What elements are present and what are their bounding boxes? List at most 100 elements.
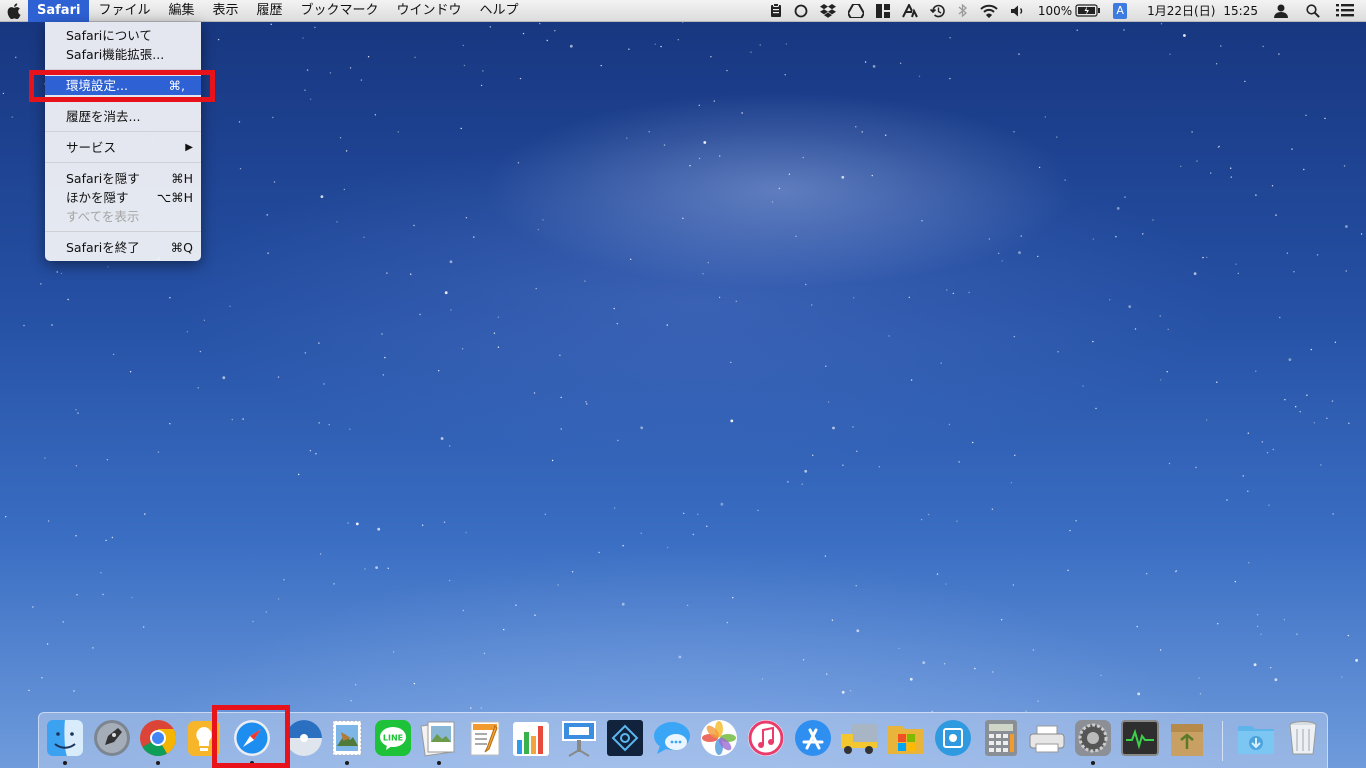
menu-edit[interactable]: 編集 xyxy=(159,0,203,22)
volume-icon[interactable] xyxy=(1004,0,1032,22)
chrome-icon[interactable] xyxy=(138,718,178,758)
google-drive-icon[interactable] xyxy=(842,0,870,22)
star xyxy=(169,423,171,425)
menu-item-about-safari[interactable]: Safariについて xyxy=(45,26,201,45)
clipboard-icon[interactable] xyxy=(764,0,788,22)
star xyxy=(726,621,729,624)
archive-utility-icon[interactable] xyxy=(1167,718,1207,758)
wifi-icon[interactable] xyxy=(974,0,1004,22)
app-store-icon[interactable] xyxy=(793,718,833,758)
menu-window[interactable]: ウインドウ xyxy=(388,0,471,22)
star xyxy=(11,116,13,118)
star xyxy=(1001,260,1003,262)
star xyxy=(1198,677,1200,679)
launchpad-icon[interactable] xyxy=(92,718,132,758)
star xyxy=(1216,381,1218,383)
star xyxy=(309,450,312,452)
finder-icon[interactable] xyxy=(45,718,85,758)
menu-item-safari-extensions[interactable]: Safari機能拡張... xyxy=(45,45,201,64)
star xyxy=(1230,167,1232,169)
notification-center-icon[interactable] xyxy=(1328,0,1366,22)
printer-icon[interactable] xyxy=(1027,718,1067,758)
calculator-icon[interactable] xyxy=(981,718,1021,758)
star xyxy=(730,419,734,423)
star xyxy=(1286,252,1289,254)
photoshop-icon[interactable] xyxy=(605,718,645,758)
system-preferences-icon[interactable] xyxy=(1073,718,1113,758)
pages-icon[interactable] xyxy=(465,718,505,758)
star xyxy=(992,671,994,673)
star xyxy=(105,539,107,542)
messages-icon[interactable] xyxy=(652,718,692,758)
line-icon[interactable]: LINE xyxy=(373,718,413,758)
grid-app-icon[interactable] xyxy=(870,0,896,22)
star xyxy=(75,535,77,537)
star xyxy=(392,651,395,653)
star xyxy=(787,481,789,483)
menu-help[interactable]: ヘルプ xyxy=(471,0,528,22)
menu-item-shortcut: ⌘Q xyxy=(170,240,193,255)
time-machine-icon[interactable] xyxy=(924,0,952,22)
star xyxy=(46,643,49,645)
keynote-icon[interactable] xyxy=(559,718,599,758)
star xyxy=(920,518,923,521)
downloads-folder-icon[interactable] xyxy=(1236,718,1276,758)
clock-date[interactable]: 1月22日(日) 15:25 xyxy=(1133,0,1264,22)
disk-utility-icon[interactable] xyxy=(284,718,324,758)
star xyxy=(318,342,320,344)
star xyxy=(1260,633,1262,635)
menu-item-services[interactable]: サービス ▶ xyxy=(45,138,201,157)
star xyxy=(544,513,546,515)
star xyxy=(462,609,464,612)
star xyxy=(855,585,857,587)
mail-stamp-icon[interactable] xyxy=(327,718,367,758)
menu-item-clear-history[interactable]: 履歴を消去... xyxy=(45,107,201,126)
menu-item-hide-safari[interactable]: Safariを隠す ⌘H xyxy=(45,169,201,188)
numbers-icon[interactable] xyxy=(511,718,551,758)
screenshot-icon[interactable] xyxy=(933,718,973,758)
star xyxy=(988,238,991,240)
script-a-icon[interactable] xyxy=(896,0,924,22)
star xyxy=(343,188,345,191)
bluetooth-icon[interactable] xyxy=(952,0,974,22)
transmit-icon[interactable] xyxy=(839,718,879,758)
star xyxy=(1230,176,1233,178)
star xyxy=(1283,619,1286,621)
star xyxy=(666,324,668,326)
star xyxy=(584,280,586,282)
star xyxy=(75,465,78,467)
spotlight-icon[interactable] xyxy=(1298,0,1328,22)
battery-status[interactable]: 100% xyxy=(1032,0,1107,22)
star xyxy=(1220,45,1222,47)
menu-bookmarks[interactable]: ブックマーク xyxy=(292,0,388,22)
running-indicator xyxy=(63,761,67,765)
star xyxy=(277,376,280,378)
dropbox-icon[interactable] xyxy=(814,0,842,22)
star xyxy=(1291,148,1293,150)
menu-file[interactable]: ファイル xyxy=(89,0,159,22)
star xyxy=(1196,160,1198,162)
trash-icon[interactable] xyxy=(1283,718,1323,758)
itunes-icon[interactable] xyxy=(746,718,786,758)
menu-safari[interactable]: Safari xyxy=(28,0,90,22)
star xyxy=(239,168,242,170)
apple-menu[interactable] xyxy=(0,0,28,22)
preview-icon[interactable] xyxy=(419,718,459,758)
star xyxy=(825,365,827,367)
star xyxy=(1128,305,1132,308)
folder-apps-icon[interactable] xyxy=(886,718,926,758)
menu-history[interactable]: 履歴 xyxy=(247,0,291,22)
input-source[interactable]: A xyxy=(1107,0,1133,22)
user-icon[interactable] xyxy=(1264,0,1298,22)
menu-view[interactable]: 表示 xyxy=(203,0,247,22)
star xyxy=(1268,504,1270,506)
menu-item-label: Safari機能拡張... xyxy=(66,47,165,62)
photos-icon[interactable] xyxy=(699,718,739,758)
star xyxy=(272,116,274,119)
star xyxy=(1167,328,1169,331)
star xyxy=(1332,513,1334,515)
menu-item-hide-others[interactable]: ほかを隠す ⌥⌘H xyxy=(45,188,201,207)
circle-status-icon[interactable] xyxy=(788,0,814,22)
activity-monitor-icon[interactable] xyxy=(1120,718,1160,758)
menu-item-quit-safari[interactable]: Safariを終了 ⌘Q xyxy=(45,238,201,257)
